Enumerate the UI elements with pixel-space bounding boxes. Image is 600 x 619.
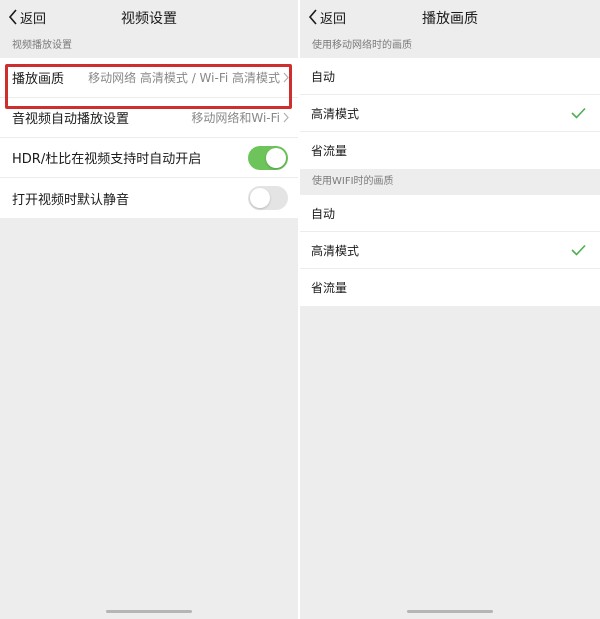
option-label: 高清模式 — [311, 243, 360, 258]
mobile-network-header: 使用移动网络时的画质 — [300, 34, 600, 58]
option-label: 省流量 — [311, 144, 348, 158]
home-indicator — [407, 610, 493, 613]
hdr-dolby-toggle[interactable] — [248, 146, 288, 170]
section-header: 视频播放设置 — [0, 34, 298, 58]
checkmark-icon — [571, 107, 586, 119]
chevron-right-icon — [283, 112, 289, 123]
toggle-knob — [266, 148, 286, 168]
wifi-option-save-data[interactable]: 省流量 — [300, 269, 600, 306]
mobile-option-auto[interactable]: 自动 — [300, 58, 600, 95]
video-settings-screen: 返回 视频设置 视频播放设置 播放画质 移动网络 高清模式 / Wi-Fi 高清… — [0, 0, 298, 619]
toggle-knob — [250, 188, 270, 208]
wifi-option-hd[interactable]: 高清模式 — [300, 232, 600, 269]
autoplay-setting-value: 移动网络和Wi-Fi — [191, 111, 280, 125]
wifi-option-auto[interactable]: 自动 — [300, 195, 600, 232]
default-mute-label: 打开视频时默认静音 — [12, 192, 130, 208]
highlight-box — [5, 64, 292, 109]
option-label: 自动 — [311, 69, 336, 84]
autoplay-setting-label: 音视频自动播放设置 — [12, 112, 130, 127]
nav-bar: 返回 播放画质 — [300, 0, 600, 34]
nav-bar: 返回 视频设置 — [0, 0, 298, 34]
checkmark-icon — [571, 244, 586, 256]
page-title: 播放画质 — [422, 11, 478, 27]
hdr-dolby-label: HDR/杜比在视频支持时自动开启 — [12, 152, 202, 167]
default-mute-row: 打开视频时默认静音 — [0, 178, 298, 218]
playback-quality-screen: 返回 播放画质 使用移动网络时的画质 自动 高清模式 省流量 使用WIFI时的画… — [300, 0, 600, 619]
page-title: 视频设置 — [121, 11, 177, 27]
option-label: 高清模式 — [311, 106, 360, 121]
default-mute-toggle[interactable] — [248, 186, 288, 210]
wifi-header: 使用WIFI时的画质 — [300, 169, 600, 195]
home-indicator — [106, 610, 192, 613]
mobile-quality-options: 自动 高清模式 省流量 — [300, 58, 600, 169]
option-label: 省流量 — [311, 281, 348, 295]
hdr-dolby-row: HDR/杜比在视频支持时自动开启 — [0, 138, 298, 178]
mobile-option-save-data[interactable]: 省流量 — [300, 132, 600, 169]
option-label: 自动 — [311, 206, 336, 221]
mobile-option-hd[interactable]: 高清模式 — [300, 95, 600, 132]
wifi-quality-options: 自动 高清模式 省流量 — [300, 195, 600, 306]
